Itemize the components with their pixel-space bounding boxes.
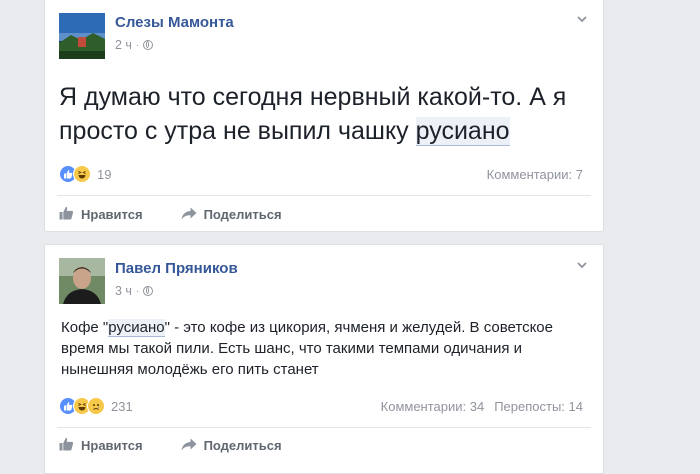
- sad-reaction-icon: [87, 397, 105, 415]
- reposts-count[interactable]: Перепосты: 14: [494, 399, 583, 414]
- globe-icon: [143, 286, 154, 296]
- post-meta: 2 ч ·: [115, 38, 154, 52]
- share-arrow-icon: [181, 438, 197, 454]
- post-meta: 3 ч ·: [115, 284, 154, 298]
- comments-count[interactable]: Комментарии: 7: [487, 167, 583, 182]
- reactions-summary[interactable]: 231: [59, 397, 133, 415]
- share-button[interactable]: Поделиться: [181, 437, 282, 454]
- like-label: Нравится: [81, 207, 143, 222]
- chevron-down-icon[interactable]: [577, 16, 587, 26]
- like-button[interactable]: Нравится: [59, 437, 143, 454]
- share-button[interactable]: Поделиться: [181, 206, 282, 223]
- author-avatar[interactable]: [59, 13, 105, 59]
- divider: [57, 195, 591, 196]
- highlighted-word[interactable]: русиано: [108, 319, 165, 337]
- reaction-count[interactable]: 231: [111, 399, 133, 414]
- reactions-summary[interactable]: 19: [59, 165, 111, 183]
- post-card: Слезы Мамонта 2 ч · Я думаю что сегодня …: [44, 0, 604, 232]
- comments-count[interactable]: Комментарии: 34: [381, 399, 485, 414]
- divider: [57, 427, 591, 428]
- author-avatar[interactable]: [59, 258, 105, 304]
- like-button[interactable]: Нравится: [59, 206, 143, 223]
- reaction-count[interactable]: 19: [97, 167, 111, 182]
- share-label: Поделиться: [203, 207, 282, 222]
- thumbs-up-icon: [59, 437, 74, 454]
- action-bar: Нравится Поделиться: [59, 206, 282, 223]
- thumbs-up-icon: [59, 206, 74, 223]
- like-label: Нравится: [81, 438, 143, 453]
- chevron-down-icon[interactable]: [577, 262, 587, 272]
- globe-icon: [143, 40, 154, 50]
- post-text: Я думаю что сегодня нервный какой-то. А …: [59, 80, 583, 148]
- post-time[interactable]: 3 ч: [115, 284, 132, 298]
- haha-reaction-icon: [73, 165, 91, 183]
- meta-separator: ·: [135, 285, 140, 297]
- author-name[interactable]: Слезы Мамонта: [115, 14, 234, 31]
- share-arrow-icon: [181, 207, 197, 223]
- post-text-start: Кофе ": [61, 319, 109, 336]
- post-stats: Комментарии: 34 Перепосты: 14: [381, 399, 583, 414]
- author-name[interactable]: Павел Пряников: [115, 260, 238, 277]
- post-text: Кофе "русиано" - это кофе из цикория, яч…: [61, 317, 585, 380]
- post-time[interactable]: 2 ч: [115, 38, 132, 52]
- share-label: Поделиться: [203, 438, 282, 453]
- highlighted-word[interactable]: русиано: [415, 117, 510, 146]
- post-stats: Комментарии: 7: [487, 167, 583, 182]
- post-card: Павел Пряников 3 ч · Кофе "русиано" - эт…: [44, 244, 604, 474]
- action-bar: Нравится Поделиться: [59, 437, 282, 454]
- meta-separator: ·: [135, 39, 140, 51]
